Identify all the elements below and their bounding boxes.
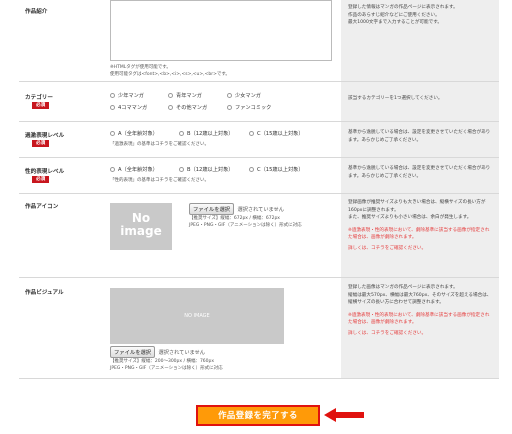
radio-icon: [227, 105, 232, 110]
category-help-text: 該当するカテゴリーを1つ選択してください。: [348, 96, 443, 101]
violence-label: 過激表現レベル: [25, 133, 65, 139]
category-option-other[interactable]: その他マンガ: [168, 104, 207, 111]
icon-no-image-placeholder: No image: [110, 203, 172, 250]
violence-criteria-link[interactable]: 「過激表現」の基準はコチラをご確認ください。: [110, 141, 209, 147]
intro-help-panel: 登録した情報はマンガの作品ページに表示されます。 作品のあらすじ紹介などにご使用…: [341, 0, 499, 81]
intro-textarea[interactable]: [110, 0, 332, 61]
violence-option-c[interactable]: C（15歳以上対象）: [249, 130, 304, 137]
icon-size-note: 【推奨サイズ】縦幅：672px / 横幅：672px: [189, 216, 280, 221]
intro-note-2: 使用可能タグは<font>,<b>,<i>,<s>,<u>,<br>です。: [110, 72, 230, 77]
visual-file-button[interactable]: ファイルを選択: [110, 346, 156, 358]
icon-help-link[interactable]: 詳しくは、コチラをご確認ください。: [348, 245, 493, 253]
visual-label: 作品ビジュアル: [25, 290, 64, 296]
icon-row: 作品アイコン No image ファイルを選択 選択されていません 【推奨サイズ…: [19, 194, 499, 278]
radio-icon: [179, 131, 184, 136]
sexual-required-badge: 必須: [32, 176, 50, 183]
visual-help-panel: 登録した画像はマンガの作品ページに表示されます。 縦幅は最大570px、横幅は最…: [341, 278, 499, 378]
sexual-option-c[interactable]: C（15歳以上対象）: [249, 166, 304, 173]
intro-help-text: 登録した情報はマンガの作品ページに表示されます。 作品のあらすじ紹介などにご使用…: [348, 5, 458, 26]
category-row: カテゴリー 必須 少年マンガ 青年マンガ 少女マンガ 4コママンガ その他マンガ…: [19, 82, 499, 122]
intro-label: 作品紹介: [25, 9, 48, 15]
icon-file-picker: ファイルを選択 選択されていません: [189, 203, 284, 215]
sexual-label: 性的表現レベル: [25, 169, 65, 175]
violence-option-a[interactable]: A（全年齢対象）: [110, 130, 158, 137]
category-required-badge: 必須: [32, 102, 50, 109]
sexual-help-panel: 基準から逸脱している場合は、設定を変更させていただく場合があります。あらかじめご…: [341, 158, 499, 193]
radio-icon: [110, 167, 115, 172]
category-option-4koma[interactable]: 4コママンガ: [110, 104, 147, 111]
violence-help-text: 基準から逸脱している場合は、設定を変更させていただく場合があります。あらかじめご…: [348, 130, 491, 143]
radio-icon: [227, 93, 232, 98]
icon-help-text: 登録画像が推奨サイズよりも大きい場合は、縦横サイズの長い方が160pxに調整され…: [348, 199, 493, 253]
visual-row: 作品ビジュアル NO IMAGE ファイルを選択 選択されていません 【推奨サイ…: [19, 278, 499, 379]
radio-icon: [249, 131, 254, 136]
radio-icon: [110, 131, 115, 136]
visual-help-link[interactable]: 詳しくは、コチラをご確認ください。: [348, 330, 493, 338]
category-option-seinen[interactable]: 青年マンガ: [168, 92, 202, 99]
icon-label: 作品アイコン: [25, 204, 59, 210]
icon-format-note: JPEG・PNG・GIF（アニメーションは除く）形式に対応: [189, 223, 302, 228]
category-help-panel: 該当するカテゴリーを1つ選択してください。: [341, 82, 499, 121]
visual-help-text: 登録した画像はマンガの作品ページに表示されます。 縦幅は最大570px、横幅は最…: [348, 285, 493, 338]
radio-icon: [168, 105, 173, 110]
annotation-arrow-icon: [324, 408, 364, 422]
visual-file-picker: ファイルを選択 選択されていません: [110, 346, 205, 358]
icon-file-button[interactable]: ファイルを選択: [189, 203, 235, 215]
visual-no-image-placeholder: NO IMAGE: [110, 288, 284, 344]
visual-format-note: JPEG・PNG・GIF（アニメーションは除く）形式に対応: [110, 366, 223, 371]
category-option-fancomic[interactable]: ファンコミック: [227, 104, 271, 111]
violence-required-badge: 必須: [32, 140, 50, 147]
complete-registration-button[interactable]: 作品登録を完了する: [196, 405, 320, 426]
sexual-help-text: 基準から逸脱している場合は、設定を変更させていただく場合があります。あらかじめご…: [348, 166, 491, 179]
radio-icon: [179, 167, 184, 172]
radio-icon: [110, 93, 115, 98]
category-label: カテゴリー: [25, 95, 53, 101]
violence-option-b[interactable]: B（12歳以上対象）: [179, 130, 233, 137]
sexual-option-a[interactable]: A（全年齢対象）: [110, 166, 158, 173]
visual-size-note: 【推奨サイズ】縦幅：200〜300px / 横幅：760px: [110, 359, 215, 364]
category-option-shonen[interactable]: 少年マンガ: [110, 92, 144, 99]
radio-icon: [110, 105, 115, 110]
violence-row: 過激表現レベル 必須 A（全年齢対象） B（12歳以上対象） C（15歳以上対象…: [19, 122, 499, 158]
icon-help-panel: 登録画像が推奨サイズよりも大きい場合は、縦横サイズの長い方が160pxに調整され…: [341, 194, 499, 277]
visual-file-status: 選択されていません: [158, 350, 205, 356]
intro-note-1: ※HTMLタグが使用可能です。: [110, 65, 171, 70]
icon-file-status: 選択されていません: [237, 207, 284, 213]
sexual-row: 性的表現レベル 必須 A（全年齢対象） B（12歳以上対象） C（15歳以上対象…: [19, 158, 499, 194]
sexual-criteria-link[interactable]: 「性的表現」の基準はコチラをご確認ください。: [110, 177, 209, 183]
intro-row: 作品紹介 ※HTMLタグが使用可能です。 使用可能タグは<font>,<b>,<…: [19, 0, 499, 82]
violence-help-panel: 基準から逸脱している場合は、設定を変更させていただく場合があります。あらかじめご…: [341, 122, 499, 157]
sexual-option-b[interactable]: B（12歳以上対象）: [179, 166, 233, 173]
radio-icon: [168, 93, 173, 98]
radio-icon: [249, 167, 254, 172]
category-option-shojo[interactable]: 少女マンガ: [227, 92, 261, 99]
